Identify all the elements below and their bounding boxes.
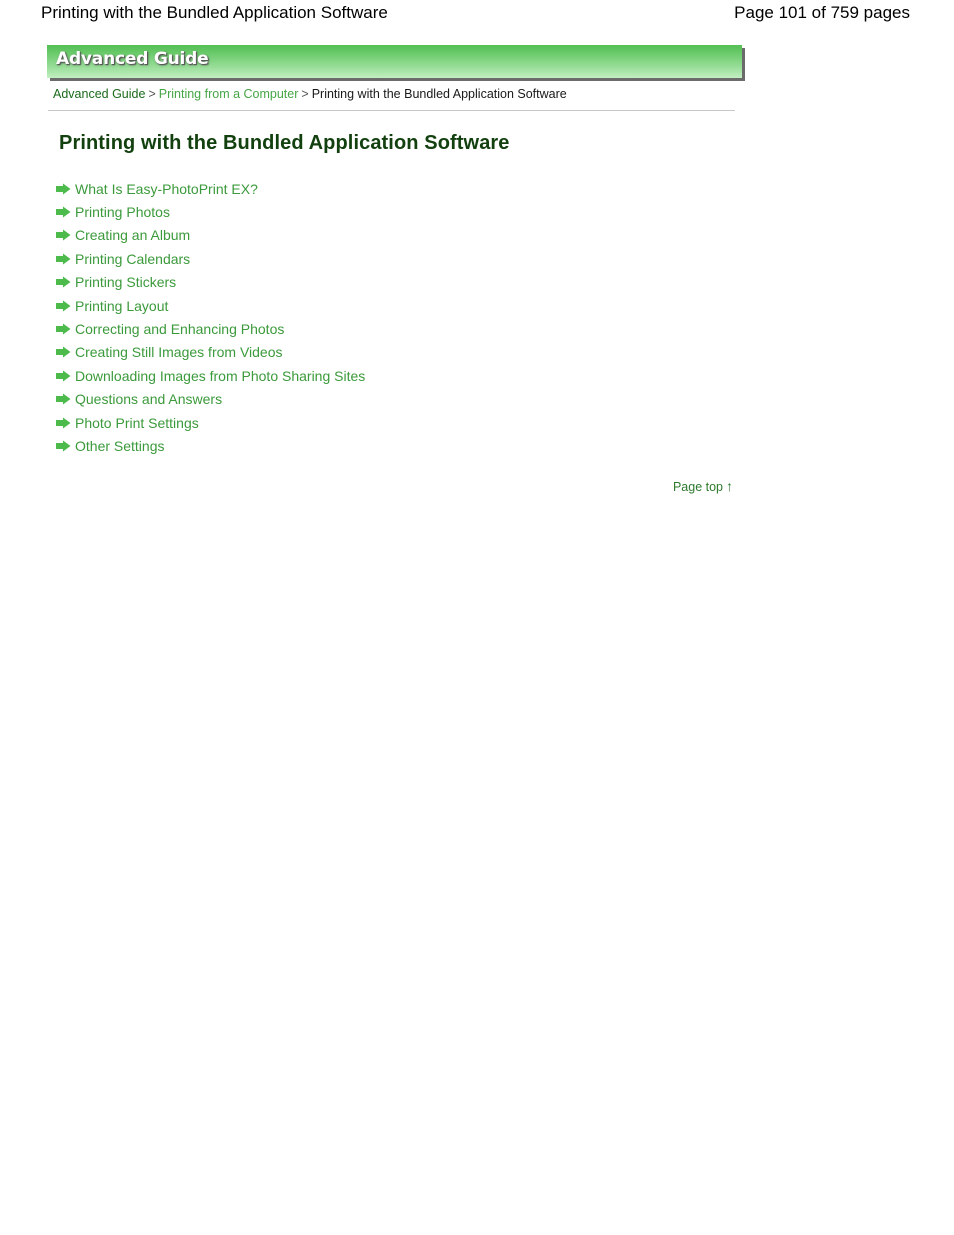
list-item-label: Printing Photos — [75, 204, 170, 221]
arrow-right-icon — [56, 276, 71, 288]
arrow-right-icon — [56, 393, 71, 405]
arrow-right-icon — [56, 183, 71, 195]
list-item-label: Creating Still Images from Videos — [75, 344, 283, 361]
arrow-right-icon — [56, 440, 71, 452]
breadcrumb-item-current: Printing with the Bundled Application So… — [311, 87, 567, 101]
list-item-label: Printing Calendars — [75, 250, 191, 267]
arrow-right-icon — [56, 253, 71, 265]
list-item[interactable]: Printing Calendars — [56, 247, 747, 270]
arrow-right-icon — [56, 370, 71, 382]
list-item[interactable]: Printing Stickers — [56, 271, 747, 294]
list-item[interactable]: Creating Still Images from Videos — [56, 341, 747, 364]
list-item[interactable]: Correcting and Enhancing Photos — [56, 317, 747, 340]
arrow-right-icon — [56, 346, 71, 358]
content-area: Advanced Guide Advanced Guide > Printing f… — [47, 45, 747, 496]
list-item-label: What Is Easy-PhotoPrint EX? — [75, 180, 258, 197]
page-top-link[interactable]: Page top ↑ — [47, 478, 747, 496]
breadcrumb-item-advanced-guide[interactable]: Advanced Guide — [53, 87, 145, 101]
list-item-label: Creating an Album — [75, 227, 191, 244]
breadcrumb-separator: > — [148, 87, 156, 101]
breadcrumb-item-printing-from-a-computer[interactable]: Printing from a Computer — [159, 87, 299, 101]
list-item-label: Other Settings — [75, 437, 165, 454]
list-item-label: Printing Stickers — [75, 274, 177, 291]
breadcrumb-divider — [48, 110, 735, 111]
arrow-right-icon — [56, 206, 71, 218]
list-item[interactable]: Photo Print Settings — [56, 411, 747, 434]
list-item-label: Questions and Answers — [75, 391, 223, 408]
arrow-right-icon — [56, 300, 71, 312]
list-item-label: Photo Print Settings — [75, 414, 199, 431]
list-item-label: Correcting and Enhancing Photos — [75, 321, 285, 338]
advanced-guide-banner-label: Advanced Guide — [56, 49, 209, 69]
list-item-label: Downloading Images from Photo Sharing Si… — [75, 367, 366, 384]
list-item[interactable]: Printing Photos — [56, 200, 747, 223]
page-top-label: Page top — [672, 479, 723, 494]
arrow-right-icon — [56, 323, 71, 335]
page-title: Printing with the Bundled Application So… — [59, 132, 510, 154]
arrow-right-icon — [56, 229, 71, 241]
list-item[interactable]: Other Settings — [56, 434, 747, 457]
list-item[interactable]: Questions and Answers — [56, 388, 747, 411]
list-item[interactable]: Creating an Album — [56, 224, 747, 247]
topic-link-list: What Is Easy-PhotoPrint EX? Printing Pho… — [56, 177, 747, 458]
advanced-guide-banner: Advanced Guide — [47, 45, 742, 78]
list-item[interactable]: Downloading Images from Photo Sharing Si… — [56, 364, 747, 387]
breadcrumb: Advanced Guide > Printing from a Computer >… — [47, 87, 747, 102]
list-item[interactable]: What Is Easy-PhotoPrint EX? — [56, 177, 747, 200]
list-item[interactable]: Printing Layout — [56, 294, 747, 317]
page-running-header: Printing with the Bundled Application So… — [0, 0, 954, 30]
list-item-label: Printing Layout — [75, 297, 169, 314]
arrow-up-icon: ↑ — [726, 477, 733, 494]
running-header-title: Printing with the Bundled Application So… — [41, 3, 388, 22]
arrow-right-icon — [56, 417, 71, 429]
breadcrumb-separator: > — [301, 87, 309, 101]
running-header-page-info: Page 101 of 759 pages — [734, 3, 910, 22]
